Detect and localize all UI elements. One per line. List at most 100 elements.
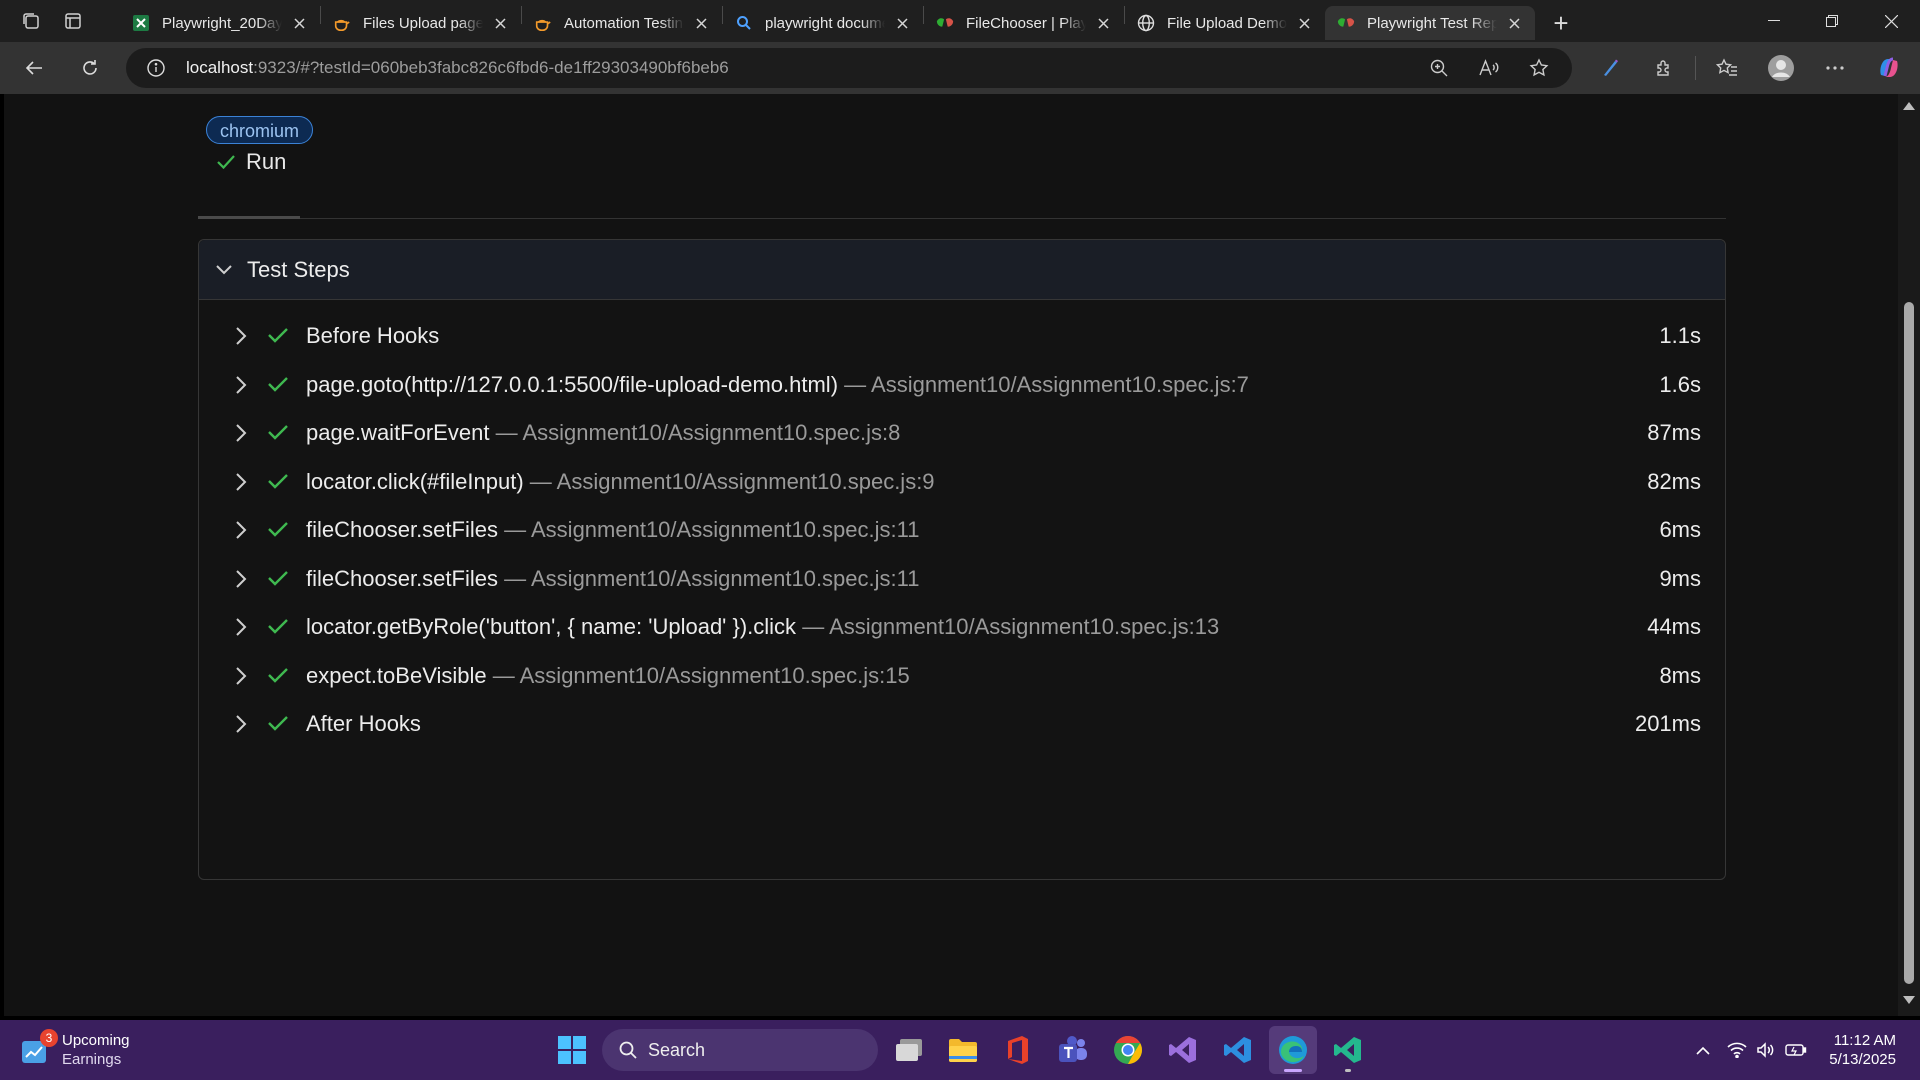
chevron-right-icon[interactable] (235, 375, 247, 395)
teams-icon (1059, 1036, 1087, 1062)
close-tab-icon[interactable] (1293, 12, 1315, 34)
office-icon (1008, 1036, 1028, 1064)
restore-button[interactable] (1803, 0, 1861, 42)
teams-button[interactable] (1049, 1026, 1097, 1074)
read-aloud-icon[interactable] (1464, 48, 1514, 88)
browser-toolbar: localhost:9323/#?testId=060beb3fabc826c6… (0, 42, 1920, 94)
file-explorer-button[interactable] (939, 1026, 987, 1074)
step-name: fileChooser.setFiles (306, 517, 498, 542)
new-tab-button[interactable]: + (1541, 6, 1581, 40)
vscode-icon (1224, 1037, 1251, 1063)
check-icon (268, 619, 288, 634)
test-step-row[interactable]: fileChooser.setFiles — Assignment10/Assi… (199, 555, 1725, 603)
browser-tab[interactable]: Files Upload page for (321, 6, 521, 40)
system-tray: 11:12 AM 5/13/2025 (1683, 1020, 1920, 1080)
site-info-icon[interactable] (134, 48, 178, 88)
chevron-right-icon[interactable] (235, 326, 247, 346)
scroll-down-arrow-icon[interactable] (1903, 996, 1915, 1004)
favorites-icon[interactable] (1700, 46, 1754, 90)
tab-run[interactable]: Run (198, 140, 300, 184)
clock[interactable]: 11:12 AM 5/13/2025 (1829, 1031, 1896, 1069)
step-duration: 9ms (1659, 565, 1701, 591)
page-scrollbar[interactable] (1898, 94, 1920, 1016)
browser-tab[interactable]: FileChooser | Playwrig (924, 6, 1124, 40)
close-tab-icon[interactable] (288, 12, 310, 34)
test-step-row[interactable]: After Hooks 201ms (199, 700, 1725, 748)
vscode-insiders-button[interactable] (1324, 1026, 1372, 1074)
more-options-icon[interactable] (1808, 46, 1862, 90)
test-step-row[interactable]: page.waitForEvent — Assignment10/Assignm… (199, 409, 1725, 457)
favorite-star-icon[interactable] (1514, 48, 1564, 88)
copilot-pen-icon[interactable] (1583, 46, 1637, 90)
zoom-icon[interactable] (1414, 48, 1464, 88)
close-tab-icon[interactable] (1503, 12, 1525, 34)
address-bar[interactable]: localhost:9323/#?testId=060beb3fabc826c6… (126, 48, 1572, 88)
visual-studio-button[interactable] (1159, 1026, 1207, 1074)
test-steps-header[interactable]: Test Steps (199, 240, 1725, 300)
test-step-row[interactable]: locator.click(#fileInput) — Assignment10… (199, 458, 1725, 506)
taskbar-search-box[interactable]: Search (602, 1029, 878, 1071)
chevron-right-icon[interactable] (235, 569, 247, 589)
back-button[interactable] (12, 46, 56, 90)
widgets-button[interactable]: 3 Upcoming Earnings (18, 1026, 130, 1074)
chevron-right-icon[interactable] (235, 666, 247, 686)
widget-title: Upcoming (62, 1032, 130, 1049)
visual-studio-icon (1169, 1037, 1196, 1063)
run-tab-underline (198, 216, 300, 219)
check-icon (268, 667, 288, 683)
test-step-row[interactable]: locator.getByRole('button', { name: 'Upl… (199, 603, 1725, 651)
close-tab-icon[interactable] (1092, 12, 1114, 34)
wifi-icon[interactable] (1723, 1042, 1751, 1058)
close-tab-icon[interactable] (489, 12, 511, 34)
step-duration: 87ms (1647, 420, 1701, 445)
extensions-icon[interactable] (1637, 46, 1691, 90)
browser-tab-title: Files Upload page for (363, 14, 483, 32)
chevron-right-icon[interactable] (235, 520, 247, 540)
copilot-icon[interactable] (1862, 46, 1916, 90)
scroll-up-arrow-icon[interactable] (1903, 102, 1915, 110)
step-location: — Assignment10/Assignment10.spec.js:9 (529, 468, 935, 494)
minimize-button[interactable] (1745, 0, 1803, 42)
globe-icon (1137, 14, 1155, 32)
test-steps-panel: Test Steps Before Hooks 1.1s page.goto(htt… (198, 239, 1726, 880)
chevron-right-icon[interactable] (235, 423, 247, 443)
tab-actions-icon[interactable] (52, 0, 94, 42)
scroll-thumb[interactable] (1904, 302, 1914, 984)
step-name: fileChooser.setFiles (306, 565, 498, 591)
browser-tab[interactable]: Playwright Test Repor (1325, 6, 1535, 40)
refresh-button[interactable] (68, 46, 112, 90)
task-view-button[interactable] (885, 1026, 933, 1074)
volume-icon[interactable] (1751, 1042, 1781, 1058)
edge-button[interactable] (1269, 1026, 1317, 1074)
start-button[interactable] (548, 1026, 596, 1074)
chevron-right-icon[interactable] (235, 714, 247, 734)
windows-logo-icon (558, 1036, 586, 1064)
test-step-row[interactable]: fileChooser.setFiles — Assignment10/Assi… (199, 506, 1725, 554)
browser-tab[interactable]: Playwright_20Day_Ac (120, 6, 320, 40)
stock-chart-icon: 3 (18, 1029, 58, 1067)
browser-tab[interactable]: playwright document (723, 6, 923, 40)
browser-tab[interactable]: Automation Testing P (522, 6, 722, 40)
url-text[interactable]: localhost:9323/#?testId=060beb3fabc826c6… (186, 58, 729, 78)
test-step-row[interactable]: Before Hooks 1.1s (199, 312, 1725, 360)
vscode-insiders-icon (1334, 1037, 1361, 1063)
show-hidden-icons-chevron-icon[interactable] (1683, 1046, 1723, 1055)
chrome-button[interactable] (1104, 1026, 1152, 1074)
close-tab-icon[interactable] (690, 12, 712, 34)
battery-icon[interactable] (1781, 1043, 1811, 1057)
step-duration: 82ms (1647, 468, 1701, 494)
office-button[interactable] (994, 1026, 1042, 1074)
vscode-button[interactable] (1214, 1026, 1262, 1074)
browser-tab[interactable]: File Upload Demo (1125, 6, 1325, 40)
chevron-right-icon[interactable] (235, 472, 247, 492)
workspaces-icon[interactable] (10, 0, 52, 42)
profile-avatar-icon[interactable] (1754, 46, 1808, 90)
edge-icon (1279, 1036, 1307, 1064)
close-tab-icon[interactable] (891, 12, 913, 34)
test-step-row[interactable]: page.goto(http://127.0.0.1:5500/file-upl… (199, 361, 1725, 409)
step-name: Before Hooks (306, 323, 440, 348)
test-step-row[interactable]: expect.toBeVisible — Assignment10/Assign… (199, 652, 1725, 700)
step-location: — Assignment10/Assignment10.spec.js:11 (504, 565, 920, 591)
chevron-right-icon[interactable] (235, 617, 247, 637)
close-window-button[interactable] (1862, 0, 1920, 42)
